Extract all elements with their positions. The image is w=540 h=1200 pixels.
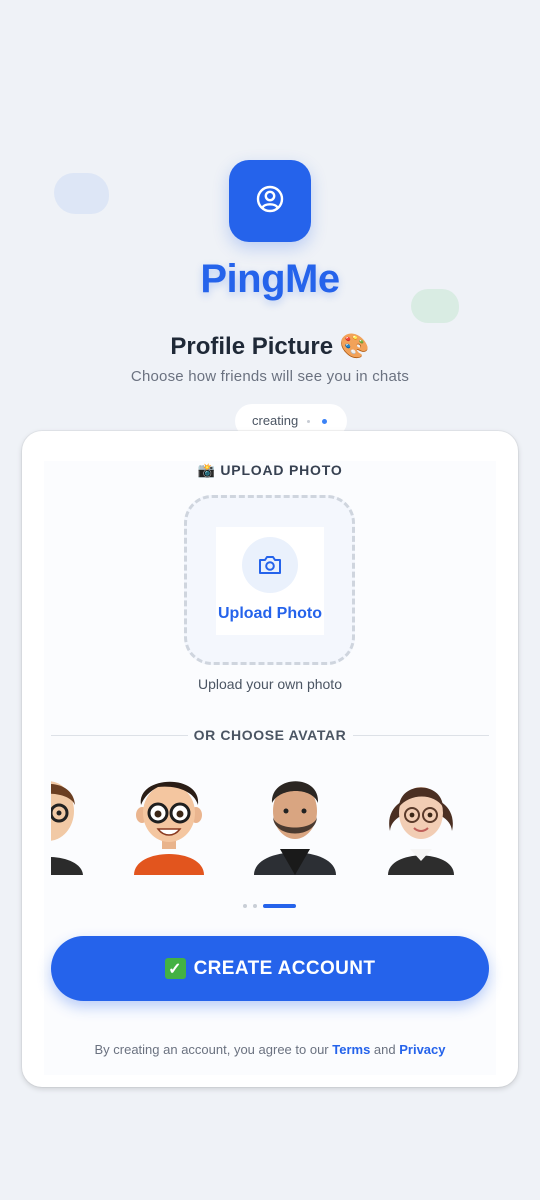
check-mark-icon: ✓ (164, 958, 186, 979)
privacy-link[interactable]: Privacy (399, 1042, 445, 1057)
upload-photo-button[interactable]: Upload Photo (210, 605, 330, 623)
upload-section-label: 📸 UPLOAD PHOTO (197, 462, 343, 478)
page-title: Profile Picture 🎨 (170, 333, 370, 360)
upload-caption: Upload your own photo (198, 676, 342, 692)
status-text: creating (252, 412, 299, 428)
create-account-button[interactable]: ✓ CREATE ACCOUNT (51, 936, 489, 1001)
camera-icon[interactable] (242, 537, 298, 593)
terms-link[interactable]: Terms (332, 1042, 370, 1057)
avatar-man-beard[interactable] (240, 765, 350, 875)
pager-dot[interactable] (253, 904, 257, 908)
avatar-boy-glasses[interactable] (114, 765, 224, 875)
app-name: PingMe (200, 257, 340, 301)
user-circle-icon (255, 184, 285, 219)
create-account-label: CREATE ACCOUNT (193, 957, 376, 979)
decorative-blob-blue (54, 173, 109, 214)
avatar-pager[interactable] (243, 903, 296, 909)
status-dot-inactive (307, 419, 311, 423)
page-subtitle: Choose how friends will see you in chats (130, 368, 410, 385)
avatar-partial[interactable] (51, 765, 103, 875)
terms-prefix: By creating an account, you agree to our (94, 1042, 333, 1057)
avatar-carousel[interactable] (51, 765, 489, 877)
app-logo (229, 160, 311, 242)
pager-dot[interactable] (243, 904, 247, 908)
status-dot-active (322, 418, 328, 424)
terms-notice: By creating an account, you agree to our… (0, 1042, 540, 1057)
terms-middle: and (370, 1042, 400, 1057)
choose-avatar-label: OR CHOOSE AVATAR (193, 727, 347, 743)
pager-dot-active[interactable] (263, 904, 296, 908)
avatar-woman-glasses[interactable] (366, 765, 476, 875)
